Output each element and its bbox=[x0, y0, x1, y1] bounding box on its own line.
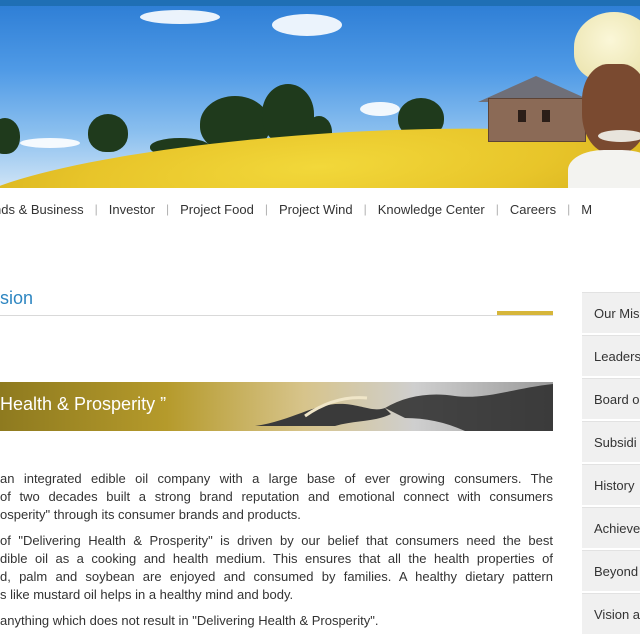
nav-careers[interactable]: Careers bbox=[499, 202, 567, 217]
page-title: sion bbox=[0, 288, 34, 308]
nav-investor[interactable]: Investor bbox=[98, 202, 166, 217]
nav-more[interactable]: M bbox=[570, 202, 603, 217]
text-line: anything which does not result in "Deliv… bbox=[0, 613, 379, 628]
quote-text: Health & Prosperity ” bbox=[0, 394, 167, 414]
nav-knowledge-center[interactable]: Knowledge Center bbox=[367, 202, 496, 217]
sidebar-item-vision[interactable]: Vision a bbox=[582, 593, 640, 634]
cloud bbox=[272, 14, 342, 36]
cloud bbox=[20, 138, 80, 148]
paragraph: of "Delivering Health & Prosperity" is d… bbox=[0, 532, 553, 604]
mission-body: an integrated edible oil company with a … bbox=[0, 470, 553, 638]
farmer-portrait bbox=[568, 12, 640, 188]
tree bbox=[0, 118, 20, 154]
sidebar-item-subsidiaries[interactable]: Subsidi bbox=[582, 421, 640, 462]
nav-brands-business[interactable]: nds & Business bbox=[0, 202, 95, 217]
title-divider bbox=[0, 315, 553, 316]
sidebar-item-achievements[interactable]: Achieve bbox=[582, 507, 640, 548]
paragraph: an integrated edible oil company with a … bbox=[0, 470, 553, 524]
sidebar-item-board[interactable]: Board o bbox=[582, 378, 640, 419]
text-line: of "Delivering Health & Prosperity" is d… bbox=[0, 533, 553, 548]
text-line: s like mustard oil helps in a healthy mi… bbox=[0, 587, 294, 602]
sidebar-menu: Our Mis Leaders Board o Subsidi History … bbox=[582, 292, 640, 636]
paragraph: anything which does not result in "Deliv… bbox=[0, 612, 553, 630]
text-line: an integrated edible oil company with a … bbox=[0, 471, 553, 486]
tree bbox=[88, 114, 128, 152]
main-navigation: nds & Business | Investor | Project Food… bbox=[0, 196, 640, 222]
text-line: d, palm and soybean are enjoyed and cons… bbox=[0, 569, 553, 584]
text-line: dible oil as a cooking and health medium… bbox=[0, 551, 553, 566]
cloud bbox=[140, 10, 220, 24]
text-line: osperity" through its consumer brands an… bbox=[0, 507, 301, 522]
header-banner-image bbox=[0, 6, 640, 188]
nav-project-food[interactable]: Project Food bbox=[169, 202, 265, 217]
helping-hands-image bbox=[255, 384, 553, 431]
sidebar-item-beyond[interactable]: Beyond bbox=[582, 550, 640, 591]
nav-project-wind[interactable]: Project Wind bbox=[268, 202, 364, 217]
text-line: of two decades built a strong brand repu… bbox=[0, 489, 553, 504]
sidebar-item-our-mission[interactable]: Our Mis bbox=[582, 292, 640, 333]
title-accent-bar bbox=[497, 311, 553, 315]
quote-banner: Health & Prosperity ” bbox=[0, 382, 553, 431]
sidebar-item-leadership[interactable]: Leaders bbox=[582, 335, 640, 376]
cloud bbox=[360, 102, 400, 116]
sidebar-item-history[interactable]: History bbox=[582, 464, 640, 505]
